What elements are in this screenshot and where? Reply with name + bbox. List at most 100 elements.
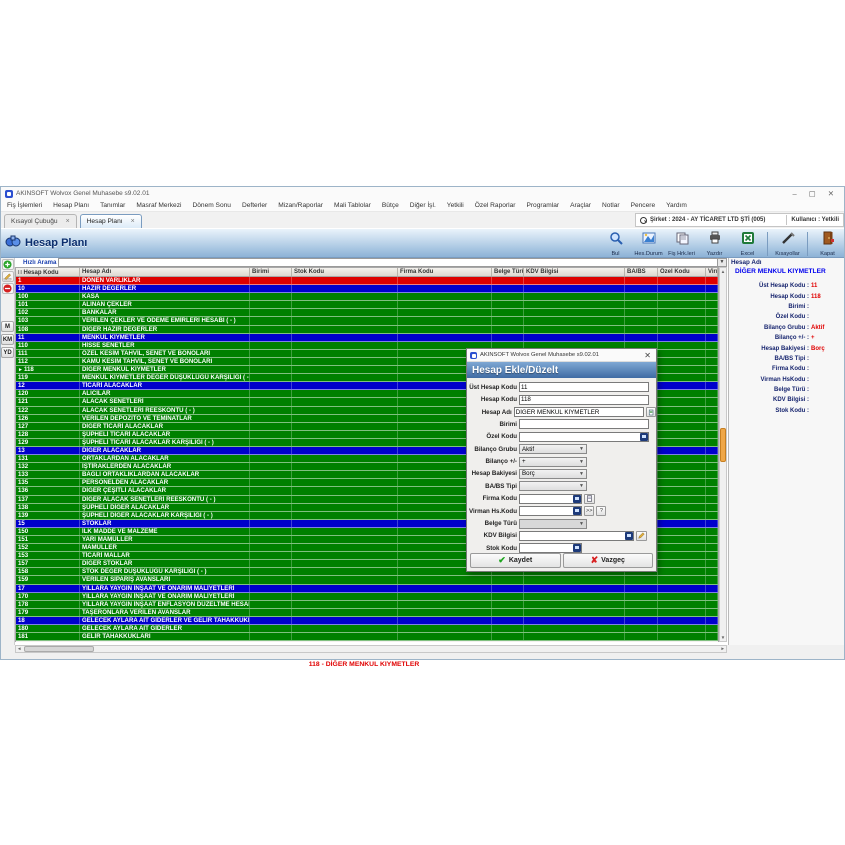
account-row[interactable]: 170YILLARA YAYGIN İNŞAAT VE ONARIM MALİY… xyxy=(16,593,718,601)
bilan-o-select[interactable]: +▼ xyxy=(519,457,587,467)
menu-item-zel-raporlar[interactable]: Özel Raporlar xyxy=(475,202,516,209)
column-header-hesap-ad[interactable]: Hesap Adı xyxy=(80,268,250,276)
st-hesap-kodu-input[interactable] xyxy=(519,382,649,392)
scroll-down-icon[interactable]: ▼ xyxy=(720,634,726,641)
dialog-close-icon[interactable]: ✕ xyxy=(644,351,653,360)
menu-item-d-nem-sonu[interactable]: Dönem Sonu xyxy=(192,202,231,209)
menu-item-ara-lar[interactable]: Araçlar xyxy=(570,202,591,209)
kdv-bilgisi-input[interactable] xyxy=(519,531,634,541)
doc-icon[interactable] xyxy=(584,494,595,504)
tab-close-icon[interactable]: × xyxy=(131,218,135,225)
scrollbar-thumb[interactable] xyxy=(720,428,726,462)
birimi-input[interactable] xyxy=(519,419,649,429)
menu-item-b-t-e[interactable]: Bütçe xyxy=(382,202,399,209)
account-row[interactable]: 159VERİLEN SİPARİŞ AVANSLARI xyxy=(16,576,718,584)
grid-cell xyxy=(658,544,706,551)
note-icon[interactable] xyxy=(646,407,656,417)
aux-button[interactable]: ? xyxy=(596,506,606,516)
tab-kisayol-cubugu[interactable]: Kısayol Çubuğu × xyxy=(4,214,77,228)
column-header-birimi[interactable]: Birimi xyxy=(250,268,292,276)
account-code: ►118 xyxy=(16,366,80,373)
column-header-ba-bs[interactable]: BA/BS xyxy=(625,268,658,276)
close-button[interactable]: ✕ xyxy=(828,189,834,198)
scroll-left-icon[interactable]: ◄ xyxy=(17,646,21,652)
lookup-icon[interactable] xyxy=(573,544,581,552)
quick-search-dropdown-icon[interactable]: ▼ xyxy=(718,258,727,267)
account-row[interactable]: 11MENKUL KIYMETLER xyxy=(16,334,718,342)
menu-item-hesap-plan[interactable]: Hesap Planı xyxy=(53,202,89,209)
excel-button[interactable]: Excel xyxy=(731,231,764,257)
k-sayollar-button[interactable]: Kısayollar xyxy=(771,231,804,257)
vazgec-button[interactable]: ✘ Vazgeç xyxy=(563,553,654,568)
bilan-o-grubu-select[interactable]: Aktif▼ xyxy=(519,444,587,454)
scroll-right-icon[interactable]: ► xyxy=(721,646,725,652)
account-name: DÖNEN VARLIKLAR xyxy=(80,277,250,284)
lookup-icon[interactable] xyxy=(625,532,633,540)
grid-cell xyxy=(658,447,706,454)
ba-bs-tipi-select[interactable]: ▼ xyxy=(519,481,587,491)
scrollbar-thumb[interactable] xyxy=(24,646,94,652)
hesap-bakiyesi-select[interactable]: Borç▼ xyxy=(519,469,587,479)
column-header-hesap-kodu[interactable]: ∷ Hesap Kodu xyxy=(16,268,80,276)
tab-hesap-plani[interactable]: Hesap Planı × xyxy=(80,214,142,228)
menu-item-di-er-i-l[interactable]: Diğer İşl. xyxy=(410,202,436,209)
kaydet-button[interactable]: ✔ Kaydet xyxy=(470,553,561,568)
aux-button[interactable]: >> xyxy=(584,506,594,516)
hesap-kodu-input[interactable] xyxy=(519,395,649,405)
column-header-kdv-bilgisi[interactable]: KDV Bilgisi xyxy=(524,268,625,276)
account-row[interactable]: 178YILLARA YAYGIN İNŞAAT ENFLASYON DÜZEL… xyxy=(16,601,718,609)
kapat-button[interactable]: Kapat xyxy=(811,231,844,257)
minimize-button[interactable]: – xyxy=(792,189,796,198)
account-row[interactable]: 10HAZIR DEĞERLER xyxy=(16,285,718,293)
menu-item-mizan-raporlar[interactable]: Mizan/Raporlar xyxy=(278,202,323,209)
menu-item-notlar[interactable]: Notlar xyxy=(602,202,620,209)
vertical-scrollbar[interactable]: ▲ ▼ xyxy=(719,267,727,642)
account-row[interactable]: 108DİĞER HAZIR DEĞERLER xyxy=(16,326,718,334)
account-row[interactable]: 18GELECEK AYLARA AİT GİDERLER VE GELİR T… xyxy=(16,617,718,625)
sidebar-button-km[interactable]: KM xyxy=(1,334,14,345)
column-header-firma-kodu[interactable]: Firma Kodu xyxy=(398,268,492,276)
account-row[interactable]: 180GELECEK AYLARA AİT GİDERLER xyxy=(16,625,718,633)
menu-item-defterler[interactable]: Defterler xyxy=(242,202,267,209)
menu-item-fi-i-lemleri[interactable]: Fiş İşlemleri xyxy=(7,202,42,209)
scroll-up-icon[interactable]: ▲ xyxy=(720,268,726,275)
horizontal-scrollbar[interactable]: ◄ ► xyxy=(15,645,727,653)
menu-item-mali-tablolar[interactable]: Mali Tablolar xyxy=(334,202,371,209)
fi-hrk-leri-button[interactable]: Fiş Hrk.leri xyxy=(665,231,698,257)
yazd-r-button[interactable]: Yazdır xyxy=(698,231,731,257)
tab-close-icon[interactable]: × xyxy=(66,218,70,225)
lookup-icon[interactable] xyxy=(573,507,581,515)
quick-search-input[interactable] xyxy=(58,258,718,267)
hes-durum-button[interactable]: Hes.Durum xyxy=(632,231,665,257)
account-row[interactable]: 1DÖNEN VARLIKLAR xyxy=(16,277,718,285)
account-row[interactable]: 102BANKALAR xyxy=(16,309,718,317)
column-header-zel-kodu[interactable]: Özel Kodu xyxy=(658,268,706,276)
belge-t-r-select[interactable]: ▼ xyxy=(519,519,587,529)
edit-icon[interactable] xyxy=(636,531,647,541)
bul-button[interactable]: Bul xyxy=(599,231,632,257)
column-header-virman-h[interactable]: Virman H xyxy=(706,268,718,276)
zel-kodu-input[interactable] xyxy=(519,432,649,442)
sidebar-button-yd[interactable]: YD xyxy=(1,347,14,358)
column-header-belge-t-r[interactable]: Belge Türü xyxy=(492,268,524,276)
account-row[interactable]: 100KASA xyxy=(16,293,718,301)
lookup-icon[interactable] xyxy=(573,495,581,503)
grid-cell xyxy=(292,536,398,543)
lookup-icon[interactable] xyxy=(640,433,648,441)
account-row[interactable]: 103VERİLEN ÇEKLER VE ÖDEME EMİRLERİ HESA… xyxy=(16,317,718,325)
menu-item-masraf-merkezi[interactable]: Masraf Merkezi xyxy=(136,202,181,209)
account-row[interactable]: 101ALINAN ÇEKLER xyxy=(16,301,718,309)
menu-item-yetkili[interactable]: Yetkili xyxy=(447,202,464,209)
column-header-stok-kodu[interactable]: Stok Kodu xyxy=(292,268,398,276)
hesap-ad-input[interactable] xyxy=(514,407,644,417)
maximize-button[interactable]: ▢ xyxy=(809,189,816,198)
account-row[interactable]: 179TAŞERONLARA VERİLEN AVANSLAR xyxy=(16,609,718,617)
menu-item-yard-m[interactable]: Yardım xyxy=(666,202,687,209)
sidebar-button-m[interactable]: M xyxy=(1,321,14,332)
menu-item-pencere[interactable]: Pencere xyxy=(631,202,656,209)
menu-item-programlar[interactable]: Programlar xyxy=(526,202,559,209)
delete-account-button[interactable] xyxy=(2,283,14,294)
menu-item-tan-mlar[interactable]: Tanımlar xyxy=(100,202,125,209)
account-row[interactable]: 17YILLARA YAYGIN İNŞAAT VE ONARIM MALİYE… xyxy=(16,585,718,593)
account-row[interactable]: 181GELİR TAHAKKUKLARI xyxy=(16,633,718,641)
